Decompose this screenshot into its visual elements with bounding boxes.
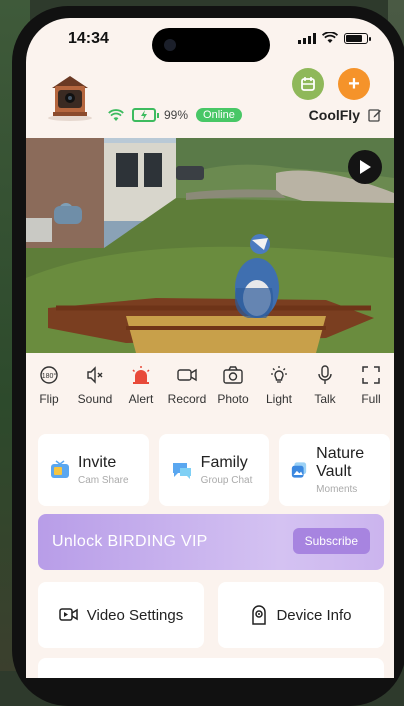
- chat-bubble-icon: [172, 463, 191, 479]
- wifi-icon: [322, 32, 338, 43]
- video-camera-icon: [59, 608, 78, 621]
- subscribe-button[interactable]: Subscribe: [292, 528, 370, 554]
- invite-card[interactable]: Invite Cam Share: [38, 434, 149, 506]
- family-title: Family: [200, 454, 248, 471]
- gallery-button[interactable]: [292, 68, 324, 100]
- fullscreen-label: Full: [361, 392, 381, 406]
- signal-icon: [298, 32, 316, 44]
- camera-icon: [223, 366, 243, 384]
- add-device-button[interactable]: +: [338, 68, 370, 100]
- battery-icon: [344, 32, 371, 44]
- status-bar: 14:34: [26, 18, 394, 64]
- online-badge: Online: [196, 108, 242, 122]
- talk-label: Talk: [314, 392, 336, 406]
- device-status-row: 99% Online: [108, 108, 242, 122]
- fullscreen-button[interactable]: Full: [348, 363, 394, 413]
- photo-button[interactable]: Photo: [210, 363, 256, 413]
- fullscreen-icon: [362, 366, 380, 384]
- record-label: Record: [167, 392, 207, 406]
- alert-label: Alert: [128, 392, 154, 406]
- wifi-status-icon: [108, 108, 124, 121]
- dynamic-island: [152, 28, 270, 62]
- feeder-device-icon[interactable]: [46, 72, 94, 122]
- nature-vault-title: Nature Vault: [316, 445, 365, 480]
- device-name[interactable]: CoolFly: [309, 107, 360, 123]
- battery-percent: 99%: [164, 108, 189, 122]
- flip-180-icon: 180°: [40, 366, 58, 384]
- nature-vault-card[interactable]: Nature Vault Moments: [279, 434, 391, 506]
- talk-button[interactable]: Talk: [302, 363, 348, 413]
- device-info-button[interactable]: Device Info: [218, 582, 384, 648]
- alert-button[interactable]: Alert: [118, 363, 164, 413]
- family-subtitle: Group Chat: [200, 475, 253, 486]
- charging-battery-icon: [132, 108, 159, 122]
- status-time: 14:34: [68, 30, 109, 47]
- vip-title: Unlock BIRDING VIP: [52, 533, 208, 550]
- settings-buttons: Video Settings Device Info: [38, 582, 384, 648]
- record-button[interactable]: Record: [164, 363, 210, 413]
- nature-vault-subtitle: Moments: [316, 484, 358, 495]
- play-icon: [360, 160, 371, 174]
- video-settings-button[interactable]: Video Settings: [38, 582, 204, 648]
- plus-icon: +: [348, 72, 360, 95]
- vip-banner[interactable]: Unlock BIRDING VIP Subscribe: [38, 514, 384, 570]
- light-bulb-icon: [271, 366, 287, 383]
- live-video-feed[interactable]: [26, 138, 394, 353]
- light-label: Light: [265, 392, 293, 406]
- flip-button[interactable]: 180° Flip: [26, 363, 72, 413]
- siren-icon: [132, 366, 150, 384]
- invite-subtitle: Cam Share: [78, 475, 129, 486]
- status-icons: [298, 32, 371, 44]
- sound-button[interactable]: Sound: [72, 363, 118, 413]
- flip-label: Flip: [39, 392, 59, 406]
- gallery-icon: [301, 77, 315, 91]
- family-card[interactable]: Family Group Chat: [158, 434, 270, 506]
- speaker-mute-icon: [87, 366, 103, 384]
- device-info-icon: [252, 605, 267, 625]
- video-settings-label: Video Settings: [86, 606, 184, 624]
- device-info-label: Device Info: [276, 606, 352, 624]
- photo-vault-icon: [292, 462, 307, 478]
- app-screen: 14:34 + 99% Online CoolFly 180° Flip Sou…: [26, 18, 394, 678]
- edit-icon[interactable]: [368, 108, 382, 122]
- photo-label: Photo: [217, 392, 249, 406]
- sound-label: Sound: [77, 392, 113, 406]
- feature-cards: Invite Cam Share Family Group Chat Nature …: [38, 434, 391, 506]
- invite-title: Invite: [78, 454, 117, 471]
- microphone-icon: [318, 365, 332, 384]
- video-record-icon: [177, 368, 197, 382]
- light-button[interactable]: Light: [256, 363, 302, 413]
- control-toolbar: 180° Flip Sound Alert Record Photo Light…: [26, 363, 394, 413]
- share-tv-icon: [51, 460, 69, 478]
- live-video-image: [26, 138, 394, 353]
- svg-text:180°: 180°: [42, 372, 57, 380]
- next-section-card: [38, 658, 384, 678]
- play-button[interactable]: [348, 150, 382, 184]
